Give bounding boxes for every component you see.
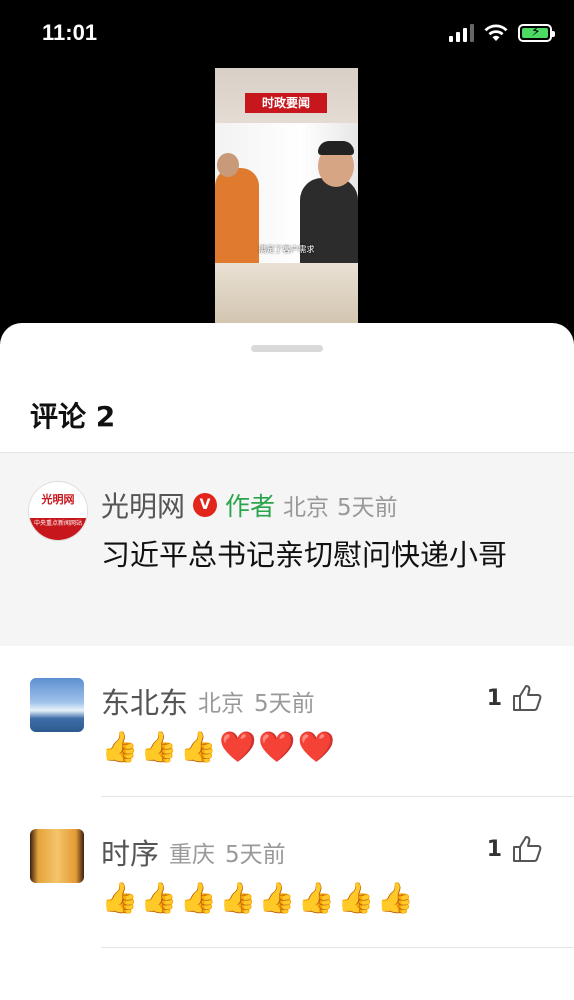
cellular-signal-icon [449, 24, 474, 42]
status-time: 11:01 [42, 20, 98, 45]
avatar[interactable]: 光明网 中央重点新闻网站 [28, 481, 88, 541]
comments-sheet: 评论 2 光明网 中央重点新闻网站 光明网 V 作者 北京 5天前 习近平总书记… [0, 323, 574, 1000]
comment-time: 5天前 [254, 691, 315, 717]
news-banner: 时政要闻 [245, 93, 327, 113]
commenter-name[interactable]: 东北东 [101, 680, 188, 722]
battery-charging-icon: ⚡ [518, 24, 555, 42]
wifi-icon [484, 24, 508, 41]
like-button[interactable]: 1 [487, 684, 542, 712]
like-button[interactable]: 1 [487, 835, 542, 863]
comment-text: 习近平总书记亲切慰问快递小哥 [101, 538, 508, 572]
comment-text: 👍👍👍❤️❤️❤️ [101, 730, 338, 765]
comment-location: 北京 [283, 495, 330, 521]
comment-header: 时序 重庆 5天前 [101, 831, 286, 873]
comment-time: 5天前 [337, 495, 398, 521]
comment-location: 北京 [198, 691, 245, 717]
like-count: 1 [486, 685, 502, 711]
avatar-logo-text: 光明网 [29, 482, 87, 518]
drag-handle[interactable] [251, 345, 323, 352]
video-caption: 满足了客户需求 [258, 245, 315, 254]
comments-title: 评论 2 [30, 400, 116, 433]
verified-badge-icon: V [193, 493, 218, 517]
avatar[interactable] [30, 678, 84, 732]
comment-location: 重庆 [169, 842, 216, 868]
author-tag: 作者 [225, 492, 276, 521]
comment-header: 东北东 北京 5天前 [101, 680, 315, 722]
thumbs-up-icon [513, 685, 542, 711]
comment-item[interactable]: 时序 重庆 5天前 1 👍👍👍👍👍👍👍👍 [0, 797, 574, 948]
avatar-logo-subtext: 中央重点新闻网站 [29, 518, 87, 540]
status-bar: 11:01 ⚡ [0, 0, 574, 70]
comment-time: 5天前 [225, 842, 286, 868]
divider [101, 947, 574, 948]
avatar[interactable] [30, 829, 84, 883]
like-count: 1 [486, 836, 502, 862]
commenter-name[interactable]: 光明网 [101, 485, 185, 525]
video-scene [215, 123, 358, 268]
comment-item[interactable]: 东北东 北京 5天前 1 👍👍👍❤️❤️❤️ [0, 646, 574, 797]
author-comment[interactable]: 光明网 中央重点新闻网站 光明网 V 作者 北京 5天前 习近平总书记亲切慰问快… [0, 453, 574, 646]
thumbs-up-icon [513, 836, 542, 862]
status-icons: ⚡ [449, 24, 555, 42]
commenter-name[interactable]: 时序 [101, 831, 159, 873]
video-thumbnail[interactable]: 时政要闻 满足了客户需求 [215, 68, 358, 338]
author-comment-header: 光明网 V 作者 北京 5天前 [101, 485, 398, 525]
comment-text: 👍👍👍👍👍👍👍👍 [101, 881, 416, 916]
